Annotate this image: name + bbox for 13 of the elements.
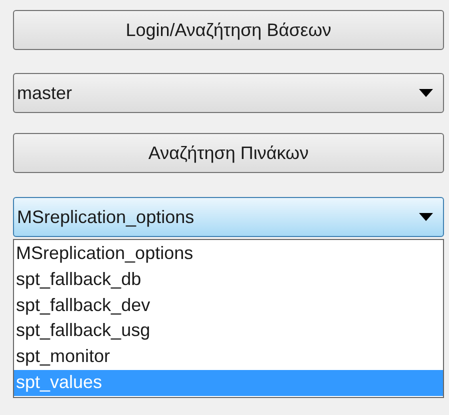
dropdown-caret-icon <box>419 213 433 221</box>
dropdown-value: master <box>17 82 72 104</box>
dropdown-option[interactable]: spt_monitor <box>14 344 443 370</box>
dropdown-option[interactable]: spt_fallback_db <box>14 266 443 293</box>
dropdown[interactable]: master <box>13 73 444 113</box>
dropdown-value: MSreplication_options <box>17 206 194 229</box>
dropdown-option[interactable]: spt_fallback_dev <box>14 292 443 318</box>
dropdown[interactable]: MSreplication_options <box>13 197 444 237</box>
dropdown-option[interactable]: spt_fallback_usg <box>14 318 443 344</box>
button[interactable]: Αναζήτηση Πινάκων <box>13 133 444 173</box>
dropdown-caret-icon <box>419 89 433 97</box>
button[interactable]: Login/Αναζήτηση Βάσεων <box>13 10 444 50</box>
dropdown-option[interactable]: MSreplication_options <box>14 241 443 267</box>
